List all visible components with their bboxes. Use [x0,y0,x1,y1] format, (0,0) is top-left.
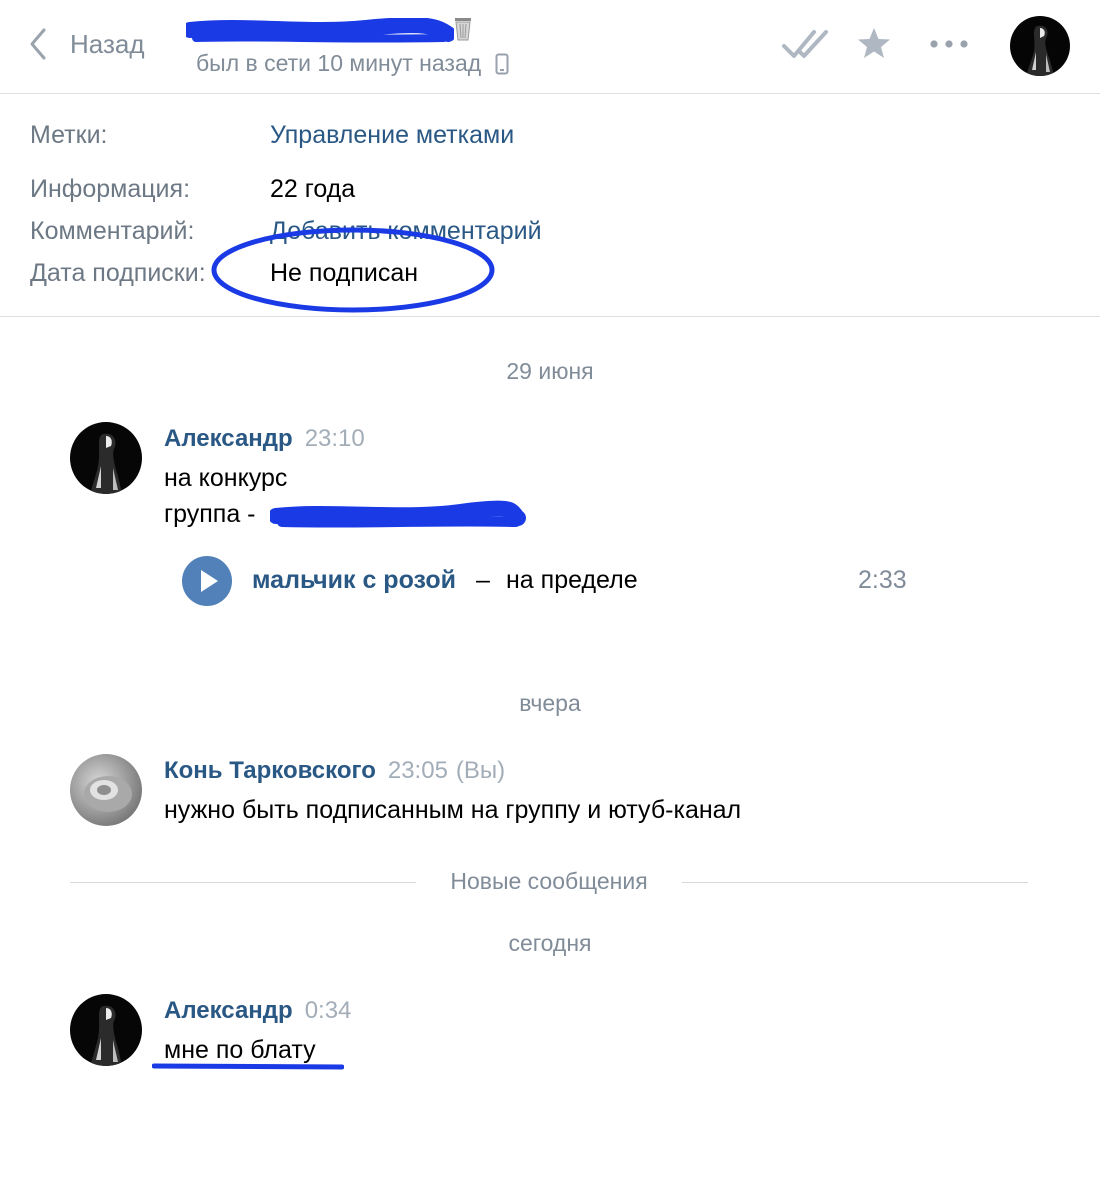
chat-title-redacted [186,14,476,48]
message-header: Александр 0:34 [164,994,351,1028]
status-text: был в сети 10 минут назад [196,50,482,76]
date-separator: вчера [519,690,581,716]
message-header: Конь Тарковского 23:05 (Вы) [164,754,505,788]
avatar[interactable] [70,994,142,1066]
info-row-labels: Метки: Управление метками [30,119,514,151]
info-label: Метки: [30,121,108,149]
new-messages-divider: Новые сообщения [70,866,1028,900]
redaction-scribble [186,18,454,43]
back-label: Назад [70,29,145,59]
info-value: 22 года [270,175,356,203]
annotation-ellipse [211,227,495,313]
date-separator: сегодня [508,930,592,956]
manage-labels-link[interactable]: Управление метками [270,119,514,151]
audio-title[interactable]: на пределе [506,566,638,595]
redaction-scribble [270,500,526,528]
chat-header: Назад был в сети 10 минут назад [0,0,1100,94]
message-time: 23:05 [387,757,448,784]
more-icon[interactable] [928,22,970,66]
online-status: был в сети 10 минут назад [196,50,509,77]
play-button[interactable] [182,556,232,606]
date-separator: 29 июня [506,358,594,384]
audio-separator: – [476,566,490,594]
back-button[interactable]: Назад [26,26,145,62]
avatar[interactable] [70,754,142,826]
info-row-info: Информация: 22 года [30,173,355,205]
annotation-underline [152,1063,344,1070]
double-check-icon[interactable] [780,22,832,66]
author-name[interactable]: Александр [164,997,293,1024]
message-header: Александр 23:10 [164,422,365,456]
message-text: группа - [164,500,256,528]
info-label: Информация: [30,175,191,203]
you-marker: (Вы) [455,757,506,784]
trash-icon [455,18,471,41]
star-icon[interactable] [856,22,892,66]
new-messages-label: Новые сообщения [70,868,1028,895]
author-name[interactable]: Конь Тарковского [164,757,376,784]
message-text: нужно быть подписанным на группу и ютуб-… [164,796,742,824]
contact-info-panel: Метки: Управление метками Информация: 22… [0,95,1100,317]
avatar[interactable] [70,422,142,494]
audio-attachment: мальчик с розой – на пределе 2:33 [182,556,922,608]
message-time: 23:10 [304,425,365,452]
audio-artist[interactable]: мальчик с розой [252,566,456,595]
message-time: 0:34 [304,997,352,1024]
audio-duration: 2:33 [858,566,907,594]
chevron-left-icon [30,28,46,60]
phone-icon [495,53,509,74]
header-avatar[interactable] [1010,16,1070,76]
play-icon [201,570,218,592]
author-name[interactable]: Александр [164,425,293,452]
message-text: на конкурс [164,464,288,492]
